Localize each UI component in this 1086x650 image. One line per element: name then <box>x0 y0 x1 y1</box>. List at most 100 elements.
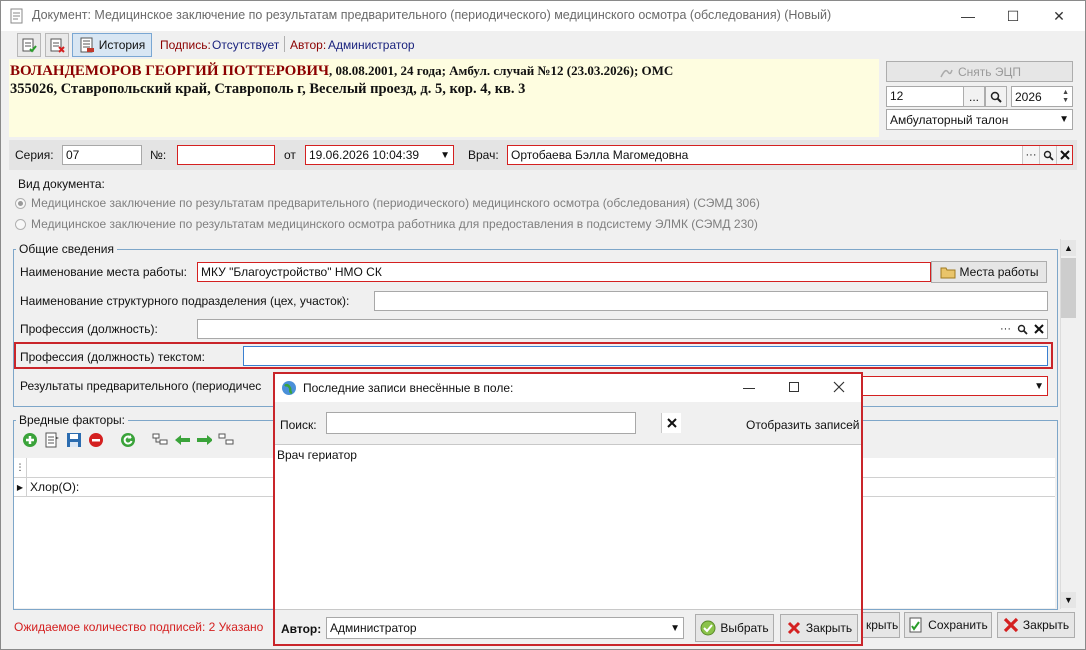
edit-icon[interactable] <box>44 432 60 448</box>
series-label: Серия: <box>15 148 54 162</box>
chevron-down-icon[interactable]: ▼ <box>440 150 450 161</box>
add-icon[interactable] <box>22 432 38 448</box>
spin-icon[interactable]: ▲ ▼ <box>1062 89 1069 105</box>
document-type-select[interactable]: Амбулаторный талон ▼ <box>886 109 1073 130</box>
doctor-search-button[interactable] <box>1039 146 1056 164</box>
patient-details: , 08.08.2001, 24 года; Амбул. случай №12… <box>329 63 674 78</box>
dialog-close-button[interactable] <box>832 380 846 394</box>
date-value: 19.06.2026 10:04:39 <box>309 148 420 162</box>
workplaces-button[interactable]: Места работы <box>931 261 1047 283</box>
doc-type-option-306: Медицинское заключение по результатам пр… <box>31 196 760 210</box>
case-number-field[interactable]: 12 <box>886 86 964 107</box>
globe-icon <box>281 380 297 396</box>
list-item[interactable]: Врач гериатор <box>275 445 861 465</box>
doctor-clear-button[interactable] <box>1056 146 1072 164</box>
ellipsis-icon: ··· <box>1000 323 1011 335</box>
search-icon <box>988 89 1004 105</box>
dialog-author-value: Администратор <box>330 621 417 635</box>
workplace-label: Наименование места работы: <box>20 265 187 279</box>
author-value: Администратор <box>328 38 415 52</box>
unsign-document-button[interactable] <box>45 33 69 57</box>
refresh-icon[interactable] <box>120 432 136 448</box>
row-pointer-icon: ▶ <box>14 478 27 496</box>
close-label: Закрыть <box>1022 618 1070 632</box>
close-button[interactable]: Закрыть <box>997 612 1075 638</box>
scroll-down-icon[interactable]: ▼ <box>1061 592 1076 608</box>
checkmark-icon <box>700 620 716 636</box>
minimize-button[interactable]: — <box>945 1 991 31</box>
doctor-ellipsis-button[interactable]: ··· <box>1022 146 1039 164</box>
doctor-label: Врач: <box>468 148 499 162</box>
list-detail-icon[interactable] <box>218 432 234 448</box>
profession-search-button[interactable] <box>1014 320 1031 338</box>
clear-icon <box>1059 150 1070 160</box>
case-search-button[interactable] <box>985 86 1007 107</box>
dialog-select-button[interactable]: Выбрать <box>695 614 774 642</box>
dialog-author-label: Автор: <box>281 622 322 636</box>
history-log-icon <box>79 37 95 53</box>
dialog-title: Последние записи внесённые в поле: <box>303 381 514 395</box>
date-field[interactable]: 19.06.2026 10:04:39 ▼ <box>305 145 454 165</box>
close-x-icon <box>786 620 802 636</box>
document-type-value: Амбулаторный талон <box>890 112 1009 127</box>
clear-icon <box>666 418 677 428</box>
signature-remove-icon <box>938 64 954 80</box>
harmful-toolbar <box>22 432 234 448</box>
dialog-search-clear-button[interactable] <box>661 413 681 433</box>
show-records-label: Отобразить записей <box>746 418 860 432</box>
doc-type-option-230: Медицинское заключение по результатам ме… <box>31 217 758 231</box>
dialog-search-input[interactable] <box>326 412 636 434</box>
doc-type-radio-306[interactable] <box>15 198 26 209</box>
close-action-button[interactable]: крыть <box>862 612 900 638</box>
list-tree-icon[interactable] <box>152 432 168 448</box>
profession-field[interactable] <box>197 319 1048 339</box>
doctor-field[interactable]: Ортобаева Бэлла Магомедовна <box>507 145 1073 165</box>
close-x-icon <box>1003 617 1019 633</box>
subdivision-field[interactable] <box>374 291 1048 311</box>
recent-entries-list: Врач гериатор <box>275 444 861 610</box>
chevron-down-icon: ▼ <box>670 622 680 634</box>
profession-ellipsis-button[interactable]: ··· <box>997 320 1014 338</box>
workplace-field[interactable]: МКУ "Благоустройство" НМО СК <box>197 262 931 282</box>
maximize-button[interactable]: ☐ <box>990 1 1036 31</box>
history-button[interactable]: История <box>72 33 152 57</box>
scrollbar-thumb[interactable] <box>1061 258 1076 318</box>
subdivision-label: Наименование структурного подразделения … <box>20 294 350 308</box>
dialog-close-label: Закрыть <box>805 621 853 635</box>
year-stepper[interactable]: 2026 ▲ ▼ <box>1011 86 1073 107</box>
doc-type-radio-230[interactable] <box>15 219 26 230</box>
save-label: Сохранить <box>928 618 988 632</box>
row-selector-icon[interactable]: ⋮ <box>14 458 27 477</box>
profession-clear-button[interactable] <box>1031 320 1047 338</box>
case-number-ellipsis-button[interactable]: ... <box>963 86 985 107</box>
arrow-right-icon[interactable] <box>196 432 212 448</box>
dialog-search-label: Поиск: <box>280 418 317 432</box>
save-button[interactable]: Сохранить <box>904 612 992 638</box>
results-select[interactable]: ▼ <box>860 376 1048 396</box>
close-window-button[interactable]: ✕ <box>1036 1 1082 31</box>
dialog-select-label: Выбрать <box>720 621 769 635</box>
save-document-icon <box>908 617 924 633</box>
harmful-factor-name: Хлор(О): <box>30 480 80 494</box>
recent-entries-dialog: Последние записи внесённые в поле: Поиск… <box>273 372 863 646</box>
delete-icon[interactable] <box>88 432 104 448</box>
folder-icon <box>940 264 956 280</box>
scroll-up-icon[interactable]: ▲ <box>1061 240 1076 256</box>
arrow-left-icon[interactable] <box>174 432 190 448</box>
number-label: №: <box>150 148 167 162</box>
document-sign-icon <box>21 37 37 53</box>
save-icon[interactable] <box>66 432 82 448</box>
dialog-maximize-button[interactable] <box>789 382 799 392</box>
year-value: 2026 <box>1015 89 1042 104</box>
results-label: Результаты предварительного (периодичес <box>20 379 262 393</box>
dialog-author-select[interactable]: Администратор ▼ <box>326 617 684 639</box>
search-icon <box>1043 150 1054 161</box>
signatures-count: Ожидаемое количество подписей: 2 Указано <box>14 620 264 634</box>
sign-document-button[interactable] <box>17 33 41 57</box>
series-field[interactable]: 07 <box>62 145 142 165</box>
profession-text-field[interactable] <box>243 346 1048 366</box>
dialog-close-action-button[interactable]: Закрыть <box>780 614 858 642</box>
remove-ecp-button[interactable]: Снять ЭЦП <box>886 61 1073 82</box>
dialog-minimize-button[interactable] <box>743 388 755 389</box>
number-field[interactable] <box>177 145 275 165</box>
